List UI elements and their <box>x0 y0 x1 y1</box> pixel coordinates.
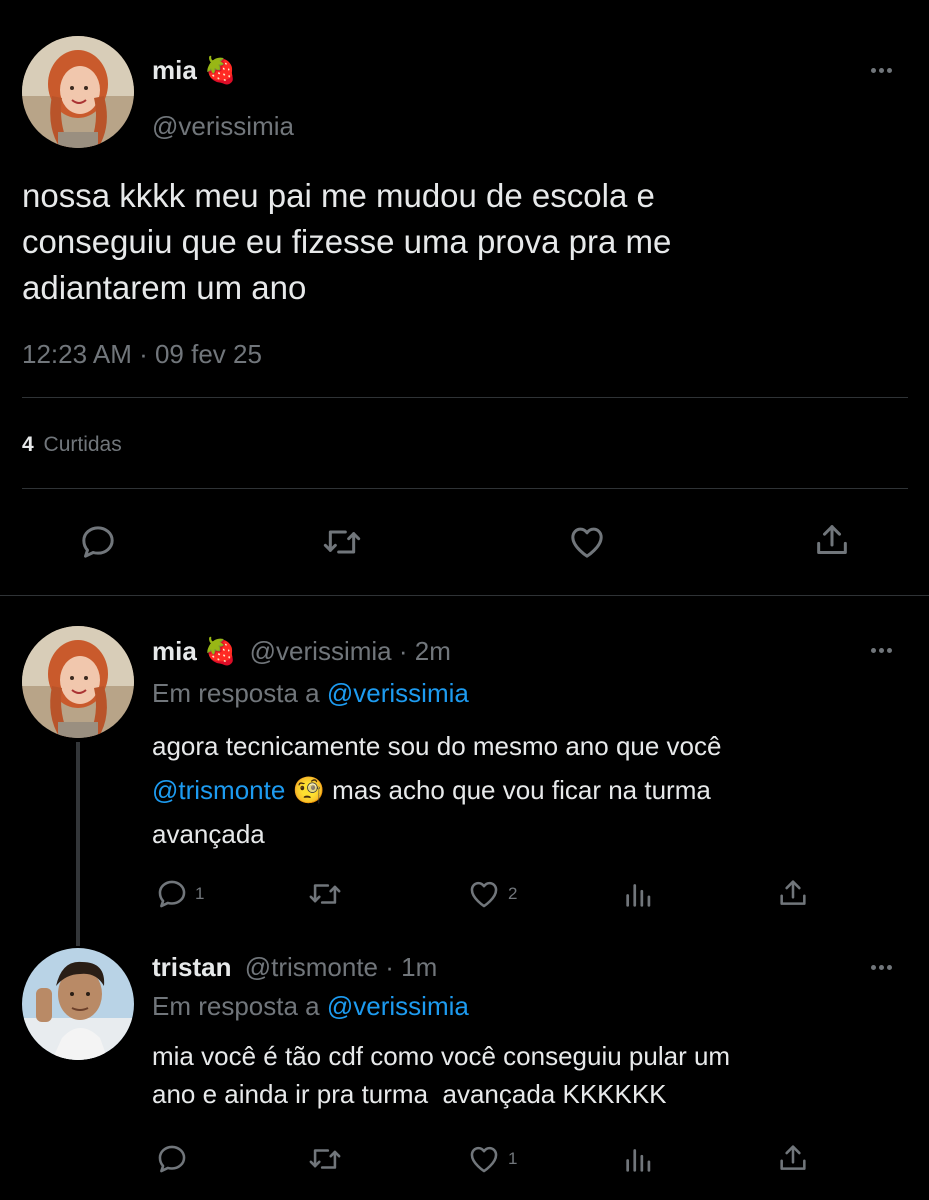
monocle-emoji: 🧐 <box>292 775 325 805</box>
reply-text-line: agora tecnicamente sou do mesmo ano que … <box>152 731 722 761</box>
more-options-icon[interactable] <box>871 965 892 970</box>
likes-count: 4 <box>22 433 34 456</box>
retweet-icon[interactable] <box>320 522 364 562</box>
replying-to: Em resposta a @verissimia <box>152 990 469 1022</box>
like-count: 1 <box>508 1149 518 1168</box>
strawberry-emoji: 🍓 <box>204 636 237 666</box>
avatar-mia[interactable] <box>22 36 134 148</box>
replying-mention-link[interactable]: @verissimia <box>327 991 469 1021</box>
tweet-text: nossa kkkk meu pai me mudou de escola e … <box>22 173 671 311</box>
replying-to: Em resposta a @verissimia <box>152 677 469 709</box>
tweet-text-line: conseguiu que eu fizesse uma prova pra m… <box>22 223 672 260</box>
like-icon[interactable] <box>566 522 608 562</box>
retweet-icon[interactable] <box>306 1142 344 1176</box>
handle[interactable]: @verissimia <box>250 636 392 666</box>
display-name[interactable]: mia <box>152 55 197 85</box>
tweet-text-line: nossa kkkk meu pai me mudou de escola e <box>22 177 655 214</box>
like-icon <box>466 877 502 911</box>
views-icon[interactable] <box>622 1142 656 1176</box>
retweet-icon[interactable] <box>306 877 344 911</box>
avatar-image <box>22 626 134 738</box>
reply-icon[interactable] <box>155 1142 189 1176</box>
like-action[interactable]: 2 <box>466 877 517 911</box>
reply-text: mia você é tão cdf como você conseguiu p… <box>152 1037 730 1113</box>
author-line: tristan @trismonte · 1m <box>152 951 437 983</box>
reply-text-line: @trismonte 🧐 mas acho que vou ficar na t… <box>152 768 721 812</box>
display-name[interactable]: tristan <box>152 952 231 982</box>
strawberry-emoji: 🍓 <box>204 55 237 85</box>
replying-prefix: Em resposta a <box>152 678 320 708</box>
like-action[interactable]: 1 <box>466 1142 517 1176</box>
avatar-image <box>22 948 134 1060</box>
reply-count: 1 <box>195 884 205 903</box>
relative-time[interactable]: · 1m <box>385 952 437 982</box>
like-icon <box>466 1142 502 1176</box>
avatar-mia[interactable] <box>22 626 134 738</box>
likes-label: Curtidas <box>43 433 122 456</box>
mention-link[interactable]: @trismonte <box>152 775 285 805</box>
reply-text-line: mia você é tão cdf como você conseguiu p… <box>152 1041 731 1071</box>
reply-text-line: ano e ainda ir pra turma avançada KKKKKK <box>152 1079 667 1109</box>
reply-icon[interactable] <box>78 522 118 562</box>
replying-prefix: Em resposta a <box>152 991 320 1021</box>
handle[interactable]: @verissimia <box>152 110 294 142</box>
handle[interactable]: @trismonte <box>245 952 378 982</box>
share-icon[interactable] <box>776 876 810 910</box>
reply-action[interactable]: 1 <box>155 877 204 911</box>
share-icon[interactable] <box>776 1141 810 1175</box>
tweet-text-line: adiantarem um ano <box>22 269 307 306</box>
author-line: mia 🍓 <box>152 54 236 86</box>
replying-mention-link[interactable]: @verissimia <box>327 678 469 708</box>
author-line: mia 🍓 @verissimia · 2m <box>152 635 451 667</box>
display-name[interactable]: mia <box>152 636 197 666</box>
divider <box>22 397 908 398</box>
divider <box>0 595 929 596</box>
reply-text: agora tecnicamente sou do mesmo ano que … <box>152 724 721 856</box>
likes-stat[interactable]: 4 Curtidas <box>22 432 122 458</box>
more-options-icon[interactable] <box>871 648 892 653</box>
more-options-icon[interactable] <box>871 68 892 73</box>
timestamp[interactable]: 12:23 AM · 09 fev 25 <box>22 338 262 370</box>
share-icon[interactable] <box>812 520 852 560</box>
relative-time[interactable]: · 2m <box>399 636 451 666</box>
views-icon[interactable] <box>622 877 656 911</box>
thread-line <box>76 742 80 946</box>
reply-text-line: avançada <box>152 819 265 849</box>
reply-icon <box>155 877 189 911</box>
avatar-tristan[interactable] <box>22 948 134 1060</box>
divider <box>22 488 908 489</box>
avatar-image <box>22 36 134 148</box>
like-count: 2 <box>508 884 518 903</box>
reply-text-segment: mas acho que vou ficar na turma <box>332 775 711 805</box>
